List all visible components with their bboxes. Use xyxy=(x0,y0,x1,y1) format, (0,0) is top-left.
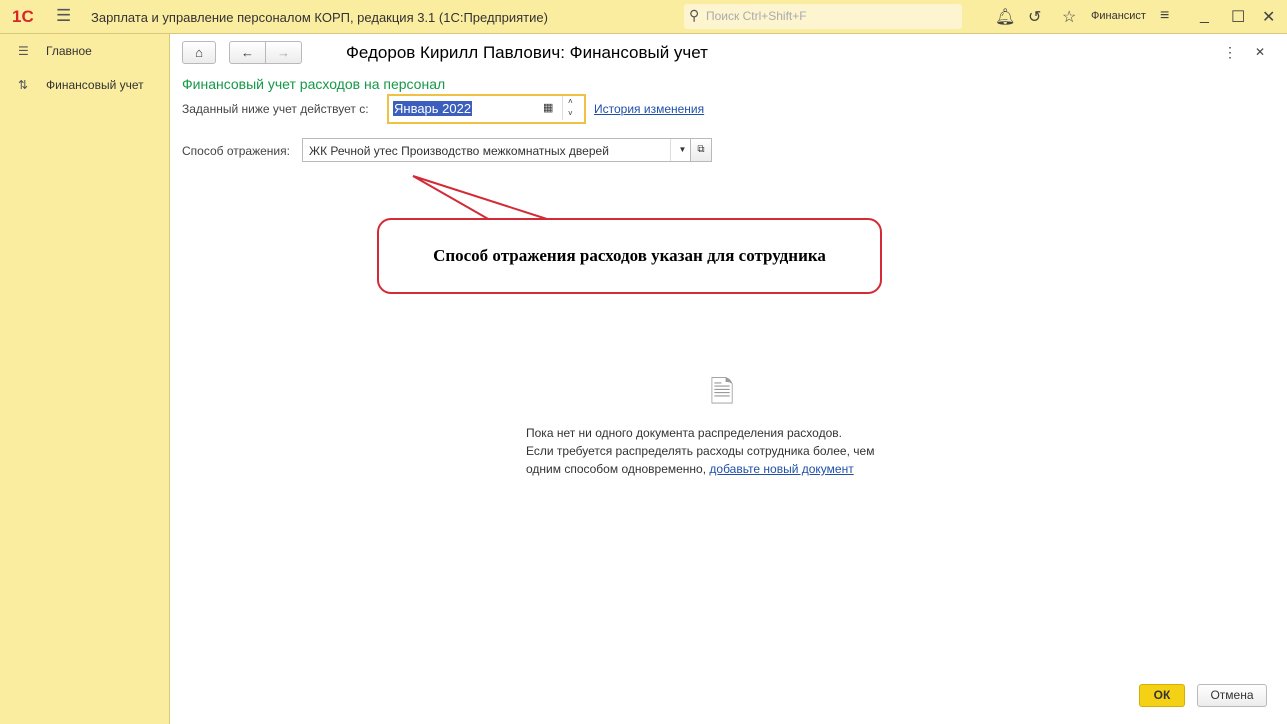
empty-message: Пока нет ни одного документа распределен… xyxy=(526,426,875,476)
document-search-icon: 🗎︎ xyxy=(710,376,735,409)
search-icon: ⚲ xyxy=(689,7,700,23)
bell-icon[interactable]: 🔔︎ xyxy=(995,7,1015,27)
sidebar-item-finance[interactable]: ⇅ Финансовый учет xyxy=(18,78,144,92)
form: ⌂ ← → Федоров Кирилл Павлович: Финансовы… xyxy=(170,34,1287,724)
1c-logo: 1С xyxy=(12,7,34,26)
app-title: Зарплата и управление персоналом КОРП, р… xyxy=(91,10,548,25)
close-form-icon[interactable]: ✕ xyxy=(1255,45,1265,59)
history-icon[interactable]: ↺ xyxy=(1028,7,1041,27)
sidebar: ☰ Главное ⇅ Финансовый учет xyxy=(0,34,170,724)
list-icon: ☰ xyxy=(18,44,29,58)
chart-icon: ⇅ xyxy=(18,78,29,92)
title-bar: 1С ☰ Зарплата и управление персоналом КО… xyxy=(0,0,1287,34)
more-icon[interactable]: ⋮ xyxy=(1223,44,1237,61)
menu-icon[interactable]: ☰ xyxy=(56,6,71,26)
maximize-icon[interactable]: ☐ xyxy=(1231,7,1245,27)
cancel-button[interactable]: Отмена xyxy=(1197,684,1267,707)
star-icon[interactable]: ☆ xyxy=(1062,7,1076,27)
sidebar-item-main[interactable]: ☰ Главное xyxy=(18,44,92,58)
settings-menu-icon[interactable]: ≡ xyxy=(1160,7,1169,25)
user-name[interactable]: Финансист xyxy=(1091,10,1146,22)
add-document-link[interactable]: добавьте новый документ xyxy=(709,462,853,476)
search-input[interactable]: ⚲ Поиск Ctrl+Shift+F xyxy=(684,4,962,29)
minimize-icon[interactable]: _ xyxy=(1200,7,1209,25)
callout-joint xyxy=(489,220,549,224)
ok-button[interactable]: ОК xyxy=(1139,684,1185,707)
callout-note: Способ отражения расходов указан для сот… xyxy=(377,218,882,294)
close-icon[interactable]: ✕ xyxy=(1262,7,1275,27)
